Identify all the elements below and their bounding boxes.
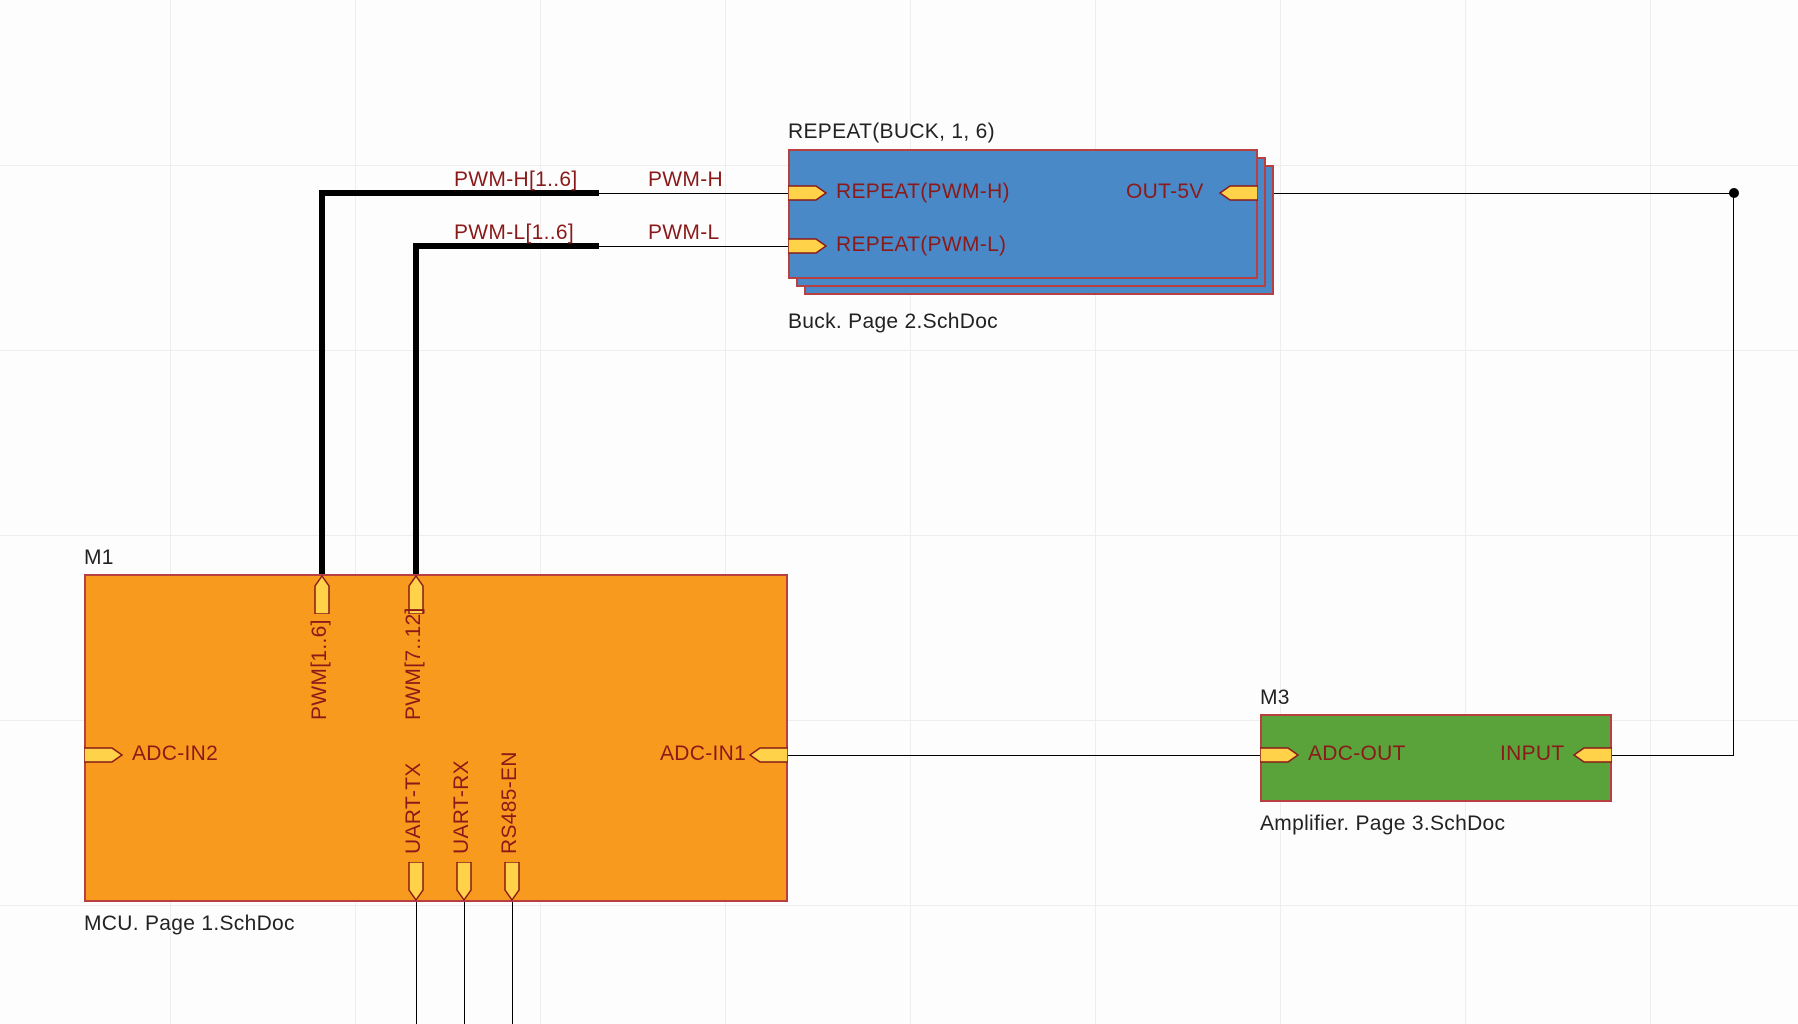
wire-rs485-en-down (512, 902, 513, 1024)
mcu-port-rs485-en: RS485-EN (498, 751, 522, 854)
mcu-sheet[interactable] (84, 574, 788, 902)
net-pwm-l: PWM-L (648, 221, 720, 245)
mcu-caption: MCU. Page 1.SchDoc (84, 912, 295, 936)
wire-uart-tx-down (416, 902, 417, 1024)
mcu-port-rs485-en-icon (502, 862, 522, 902)
amp-port-input: INPUT (1500, 742, 1565, 766)
amp-port-adc-out: ADC-OUT (1308, 742, 1406, 766)
mcu-port-adc-in1: ADC-IN1 (660, 742, 746, 766)
mcu-port-pwm-b: PWM[7..12] (402, 607, 426, 720)
mcu-port-adc-in2-icon (84, 745, 124, 765)
amp-port-input-icon (1572, 745, 1612, 765)
buck-port-pwm-l: REPEAT(PWM-L) (836, 233, 1006, 257)
mcu-port-pwm-a: PWM[1..6] (308, 619, 332, 720)
wire-adc (788, 755, 1260, 756)
net-pwm-h: PWM-H (648, 168, 723, 192)
net-pwm-l-bus: PWM-L[1..6] (454, 221, 574, 245)
buck-port-pwm-h-icon (788, 183, 828, 203)
amp-caption: Amplifier. Page 3.SchDoc (1260, 812, 1505, 836)
net-pwm-h-bus: PWM-H[1..6] (454, 168, 577, 192)
buck-port-out: OUT-5V (1126, 180, 1204, 204)
buck-port-pwm-l-icon (788, 236, 828, 256)
bus-pwm-b-vert (413, 243, 419, 574)
wire-pwm-l (599, 246, 788, 247)
amp-port-adc-out-icon (1260, 745, 1300, 765)
mcu-port-uart-rx-icon (454, 862, 474, 902)
mcu-port-adc-in1-icon (748, 745, 788, 765)
mcu-port-adc-in2: ADC-IN2 (132, 742, 218, 766)
bus-pwm-a-vert (319, 190, 325, 574)
buck-port-out-icon (1218, 183, 1258, 203)
wire-out5v-h (1274, 193, 1734, 194)
amp-designator: M3 (1260, 686, 1290, 710)
wire-uart-rx-down (464, 902, 465, 1024)
wire-out5v-v (1733, 193, 1734, 755)
wire-amp-input (1612, 755, 1734, 756)
mcu-port-uart-tx-icon (406, 862, 426, 902)
mcu-port-pwm-a-icon (312, 574, 332, 614)
buck-port-pwm-h: REPEAT(PWM-H) (836, 180, 1010, 204)
buck-sheet[interactable] (788, 149, 1258, 279)
schematic-canvas[interactable]: REPEAT(BUCK, 1, 6) Buck. Page 2.SchDoc R… (0, 0, 1798, 1024)
wire-pwm-h (599, 193, 788, 194)
mcu-port-uart-tx: UART-TX (402, 762, 426, 854)
junction-out5v (1729, 188, 1739, 198)
buck-title: REPEAT(BUCK, 1, 6) (788, 120, 995, 144)
buck-caption: Buck. Page 2.SchDoc (788, 310, 998, 334)
mcu-designator: M1 (84, 546, 114, 570)
mcu-port-uart-rx: UART-RX (450, 760, 474, 854)
